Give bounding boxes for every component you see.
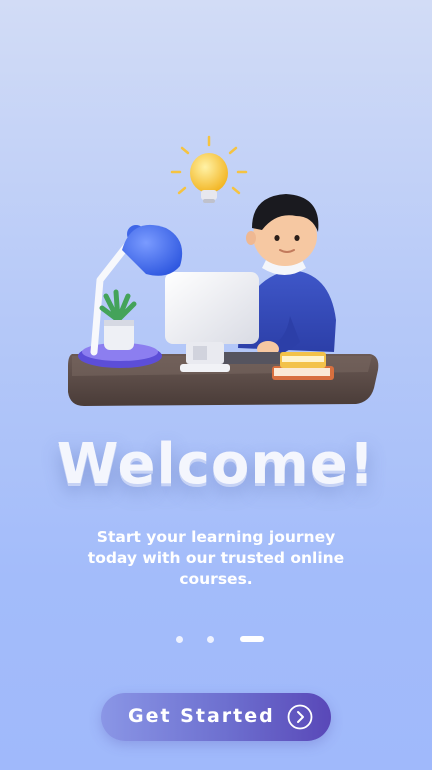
page-indicator-dot[interactable]	[176, 636, 183, 643]
welcome-subtitle: Start your learning journey today with o…	[87, 528, 345, 588]
chevron-right-circle-icon	[287, 704, 313, 730]
page-indicator-dot[interactable]	[207, 636, 214, 643]
books	[272, 352, 334, 380]
hero-illustration	[68, 135, 379, 406]
potted-plant	[99, 289, 137, 350]
page-indicator-dot-active[interactable]	[240, 636, 264, 642]
lightbulb-icon	[170, 135, 248, 203]
onboarding-screen: Welcome! Start your learning journey tod…	[0, 0, 432, 770]
get-started-label: Get Started	[128, 705, 275, 727]
welcome-heading: Welcome!	[56, 432, 376, 497]
page-indicator	[0, 635, 432, 643]
get-started-button[interactable]: Get Started	[101, 693, 331, 741]
